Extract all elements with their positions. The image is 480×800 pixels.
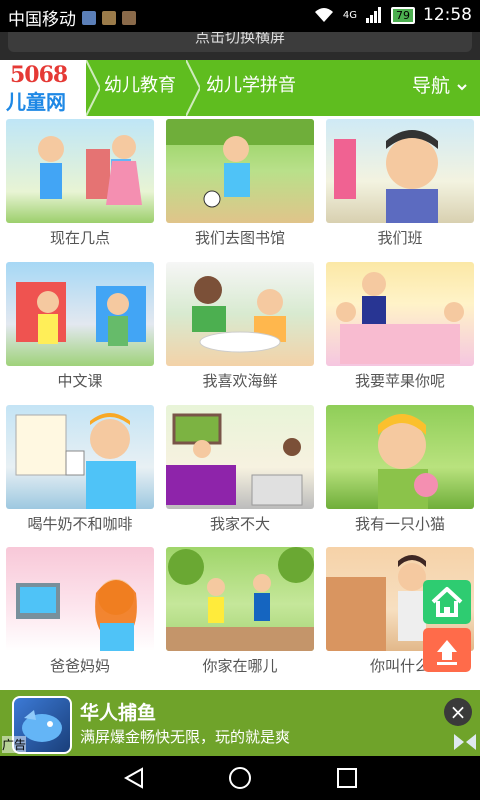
breadcrumb-separator-icon xyxy=(86,60,100,116)
home-circle-icon[interactable] xyxy=(228,766,252,790)
video-title: 中文课 xyxy=(57,372,103,390)
rotate-landscape-button[interactable]: 点击切换横屏 xyxy=(8,32,472,52)
battery-icon: 79 xyxy=(391,6,415,24)
close-icon[interactable]: × xyxy=(444,698,472,726)
video-title: 爸爸妈妈 xyxy=(49,657,110,675)
image-notification-icon xyxy=(122,10,136,25)
breadcrumb-separator-icon xyxy=(186,60,200,116)
video-title: 我们班 xyxy=(377,229,423,247)
video-thumbnail xyxy=(6,119,154,223)
home-button[interactable] xyxy=(423,580,471,624)
video-title: 现在几点 xyxy=(49,229,110,247)
video-thumbnail xyxy=(166,405,314,509)
video-title: 我要苹果你呢 xyxy=(354,372,445,390)
video-thumbnail xyxy=(6,262,154,366)
rotate-bar: 点击切换横屏 xyxy=(0,32,480,60)
site-logo[interactable]: 5068 儿童网 xyxy=(0,60,86,116)
carrier-label: 中国移动 xyxy=(8,10,76,30)
wifi-icon xyxy=(314,8,333,22)
ad-title: 华人捕鱼 xyxy=(80,702,157,724)
video-thumbnail xyxy=(166,262,314,366)
recent-apps-icon[interactable] xyxy=(336,767,358,789)
nav-item-early-education[interactable]: 幼儿教育 xyxy=(104,60,176,116)
signal-icon xyxy=(366,7,381,23)
back-icon[interactable] xyxy=(122,767,146,789)
video-title: 我有一只小猫 xyxy=(354,515,445,533)
video-thumbnail xyxy=(326,405,474,509)
video-thumbnail xyxy=(326,262,474,366)
home-icon xyxy=(431,587,463,617)
video-title: 我喜欢海鲜 xyxy=(202,372,278,390)
video-title: 我们去图书馆 xyxy=(194,229,285,247)
arrow-up-icon xyxy=(437,640,457,665)
ad-description: 满屏爆金畅快无限，玩的就是爽 xyxy=(80,728,291,746)
logo-text: 儿童网 xyxy=(6,90,66,114)
video-thumbnail xyxy=(166,119,314,223)
clock-label: 12:58 xyxy=(423,5,472,25)
nav-dropdown[interactable]: 导航 xyxy=(412,60,468,116)
network-type-label: 4G xyxy=(342,9,357,21)
system-nav-bar xyxy=(0,756,480,800)
video-title: 我家不大 xyxy=(209,515,270,533)
video-thumbnail xyxy=(326,119,474,223)
status-bar: 中国移动 4G 79 12:58 xyxy=(0,0,480,32)
nav-bar: 5068 儿童网 幼儿教育 幼儿学拼音 导航 xyxy=(0,60,480,116)
video-title: 喝牛奶不和咖啡 xyxy=(27,515,133,533)
logo-number: 5068 xyxy=(10,62,68,88)
ad-corner-icon xyxy=(454,734,476,750)
nav-dropdown-label: 导航 xyxy=(411,75,450,97)
video-thumbnail xyxy=(6,547,154,651)
chevron-down-icon xyxy=(457,84,467,91)
ad-tag: 广告 xyxy=(2,736,27,753)
ad-banner[interactable]: 华人捕鱼 满屏爆金畅快无限，玩的就是爽 广告 × xyxy=(0,690,480,756)
back-to-top-button[interactable] xyxy=(423,628,471,672)
app-notification-icon xyxy=(102,10,116,25)
video-title: 你家在哪儿 xyxy=(202,657,278,675)
app-notification-icon xyxy=(82,10,96,25)
nav-item-pinyin[interactable]: 幼儿学拼音 xyxy=(206,60,296,116)
video-thumbnail xyxy=(6,405,154,509)
video-thumbnail xyxy=(166,547,314,651)
